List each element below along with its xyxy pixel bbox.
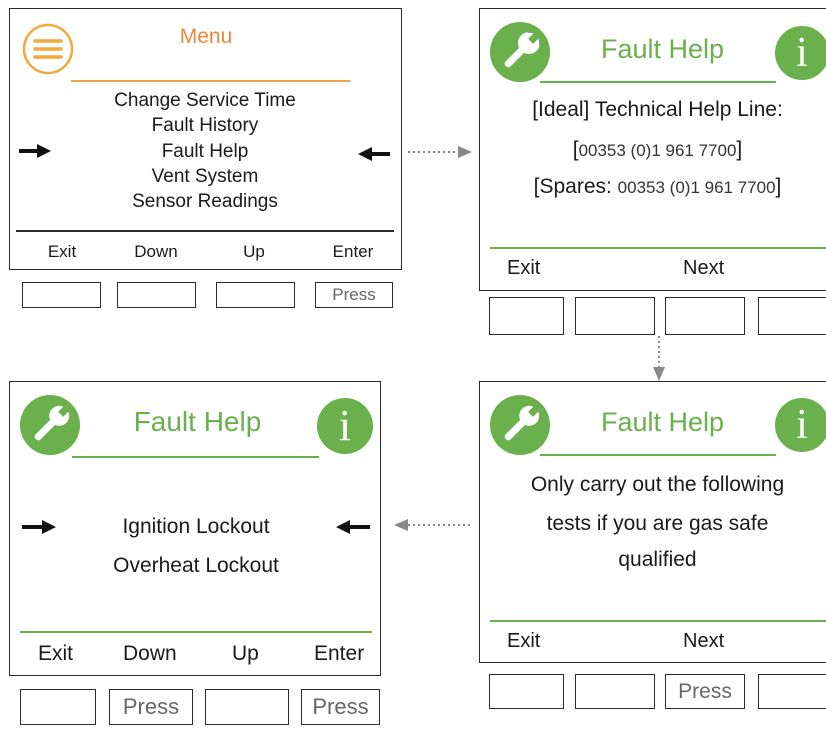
softkey-exit-label: Exit [507,630,541,652]
fault-item-ignition-lockout[interactable]: Ignition Lockout [10,515,380,539]
fault-help-list-screen: Fault Help i Ignition Lockout Overheat L… [9,381,381,676]
menu-item-fault-history[interactable]: Fault History [10,115,400,137]
softkey-exit-label: Exit [38,642,74,665]
hardware-button-4[interactable]: Press [315,282,393,308]
warning-line-3: qualified [618,548,697,571]
wrench-icon [20,395,80,455]
flow-arrow-down [652,336,666,382]
softkey-divider [20,631,372,633]
right-arrow-icon [22,520,56,534]
info-icon: i [775,398,826,452]
title-underline [540,454,776,456]
softkey-up-label: Up [232,642,259,665]
fault-help-title: Fault Help [600,407,725,437]
help-line-label: [Ideal] Technical Help Line: [532,98,783,121]
hardware-button-4[interactable] [758,297,826,335]
left-arrow-icon [358,147,390,161]
info-icon: i [317,398,373,454]
softkey-down-label: Down [134,242,178,261]
fault-help-title: Fault Help [600,34,725,64]
title-underline [72,456,319,458]
fault-help-warning-screen: Fault Help i Only carry out the followin… [479,381,826,663]
flow-arrow-right [408,145,474,159]
menu-screen: Menu Change Service Time Fault History F… [9,8,402,270]
fault-item-overheat-lockout[interactable]: Overheat Lockout [10,554,380,578]
hardware-button-3[interactable] [216,282,295,308]
menu-item-sensor-readings[interactable]: Sensor Readings [10,191,400,213]
warning-line-2: tests if you are gas safe [546,512,769,535]
warning-line-1: Only carry out the following [530,473,785,496]
menu-item-vent-system[interactable]: Vent System [10,166,400,188]
softkey-next-label: Next [683,257,725,279]
softkey-up-label: Up [243,242,265,261]
softkey-enter-label: Enter [314,642,365,665]
fault-help-title: Fault Help [133,406,262,437]
info-icon: i [775,26,826,80]
hardware-button-2[interactable]: Press [109,689,193,725]
title-underline [71,80,350,82]
softkey-divider [490,620,826,622]
hardware-button-2[interactable] [117,282,196,308]
hardware-button-1[interactable] [20,689,96,725]
fault-help-contact-screen: Fault Help i [Ideal] Technical Help Line… [479,8,826,291]
softkey-exit-label: Exit [507,257,541,279]
hardware-button-4[interactable]: Press [301,689,380,725]
hardware-button-1[interactable] [22,282,101,308]
spares-line: [Spares: 00353 (0)1 961 7700] [533,175,782,198]
softkey-exit-label: Exit [47,242,77,261]
hardware-button-1[interactable] [489,674,564,709]
softkey-next-label: Next [683,630,725,652]
hardware-button-3[interactable] [665,297,745,335]
hardware-button-4[interactable] [758,674,826,709]
flow-arrow-left [394,518,470,532]
menu-item-change-service-time[interactable]: Change Service Time [10,90,400,112]
title-underline [540,81,776,83]
wrench-icon [490,22,550,82]
softkey-down-label: Down [123,642,177,665]
softkey-divider [490,247,826,249]
hardware-button-3[interactable] [205,689,289,725]
menu-item-fault-help[interactable]: Fault Help [10,141,400,163]
softkey-enter-label: Enter [332,242,374,261]
right-arrow-icon [19,144,51,158]
left-arrow-icon [336,520,370,534]
softkey-divider [16,230,394,232]
hamburger-menu-icon[interactable] [21,22,75,76]
help-line-number: [00353 (0)1 961 7700] [572,138,743,161]
hardware-button-2[interactable] [575,297,655,335]
hardware-button-3[interactable]: Press [665,674,745,709]
hardware-button-1[interactable] [489,297,564,335]
wrench-icon [490,395,550,455]
hardware-button-2[interactable] [575,674,655,709]
menu-title: Menu [179,25,233,48]
